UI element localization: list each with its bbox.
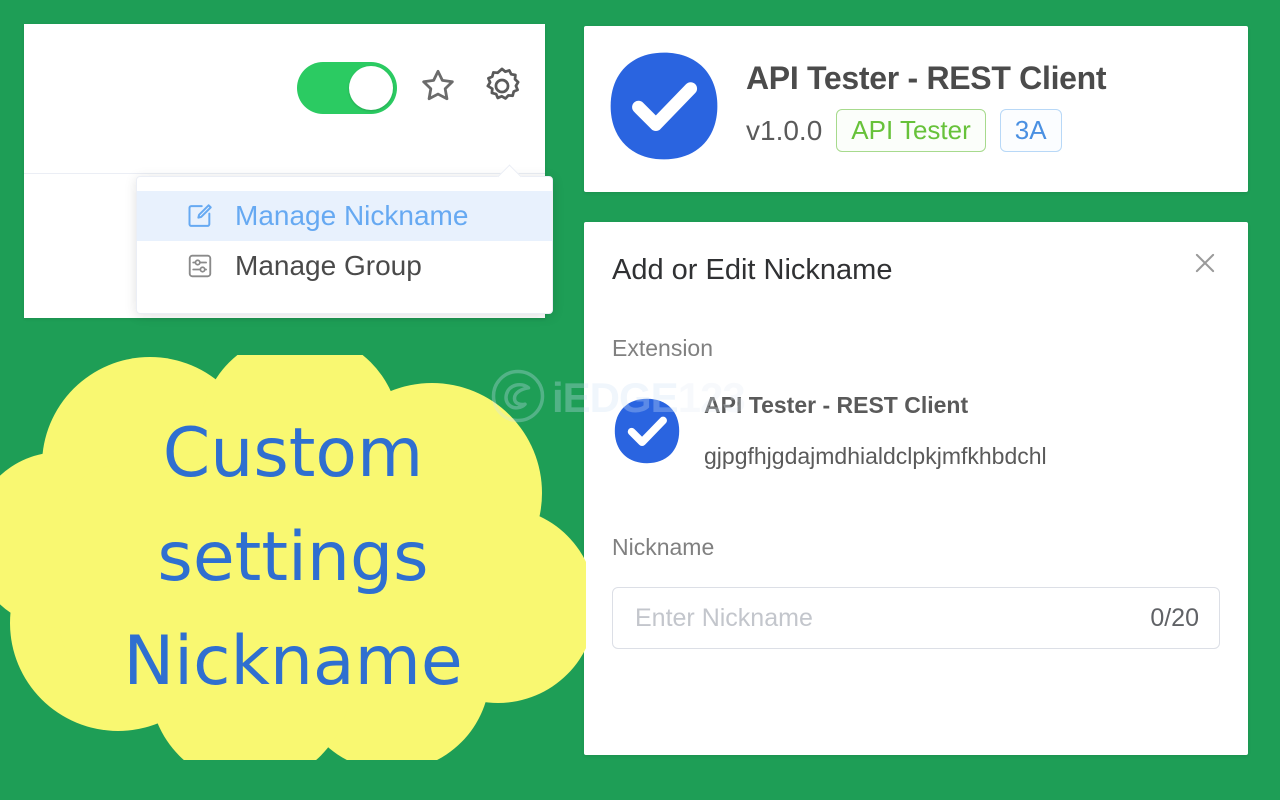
- toggle-knob: [349, 66, 393, 110]
- callout-cloud: Custom settings Nickname: [0, 355, 586, 760]
- settings-dropdown-menu: Manage Nickname Manage Group: [136, 164, 553, 314]
- dropdown-caret: [497, 164, 522, 189]
- enable-extension-toggle[interactable]: [297, 62, 397, 114]
- extension-meta-row: v1.0.0 API Tester 3A: [746, 109, 1106, 152]
- gear-icon: [480, 64, 524, 113]
- popup-toolbar: [297, 62, 525, 114]
- selected-extension-row[interactable]: API Tester - REST Client gjpgfhjgdajmdhi…: [612, 392, 1220, 470]
- nickname-field-label: Nickname: [612, 534, 715, 560]
- check-circle-icon: [606, 48, 722, 164]
- nickname-char-counter: 0/20: [1150, 603, 1199, 632]
- close-icon: [1190, 248, 1220, 283]
- extension-field-label: Extension: [612, 335, 714, 361]
- extension-version: v1.0.0: [746, 114, 823, 146]
- sliders-square-icon: [185, 251, 215, 281]
- extension-group-tag[interactable]: API Tester: [836, 109, 986, 152]
- menu-item-manage-nickname[interactable]: Manage Nickname: [137, 191, 552, 241]
- check-circle-icon: [612, 396, 682, 466]
- popup-divider: [24, 173, 545, 174]
- settings-gear-button[interactable]: [479, 65, 525, 111]
- extension-title: API Tester - REST Client: [746, 60, 1107, 97]
- nickname-input[interactable]: [633, 602, 1137, 634]
- selected-extension-id: gjpgfhjgdajmdhialdclpkjmfkhbdchl: [704, 443, 1047, 469]
- edit-square-icon: [185, 201, 215, 231]
- selected-extension-name: API Tester - REST Client: [704, 392, 969, 418]
- dialog-title: Add or Edit Nickname: [612, 254, 893, 286]
- add-edit-nickname-dialog: Add or Edit Nickname Extension API Teste…: [584, 222, 1248, 755]
- screenshot-root: iEDGE123 Manage Nickname Manage Group AP…: [0, 0, 1280, 800]
- dialog-close-button[interactable]: [1188, 248, 1222, 282]
- star-icon: [417, 65, 459, 112]
- extension-nickname-tag[interactable]: 3A: [999, 109, 1062, 152]
- menu-item-label: Manage Nickname: [235, 200, 469, 231]
- menu-item-label: Manage Group: [235, 250, 422, 281]
- menu-item-manage-group[interactable]: Manage Group: [137, 241, 552, 291]
- extension-popup-panel: Manage Nickname Manage Group: [24, 24, 553, 318]
- nickname-input-wrapper[interactable]: 0/20: [612, 587, 1220, 649]
- favorite-star-button[interactable]: [415, 65, 461, 111]
- extension-header-panel: API Tester - REST Client v1.0.0 API Test…: [584, 26, 1248, 192]
